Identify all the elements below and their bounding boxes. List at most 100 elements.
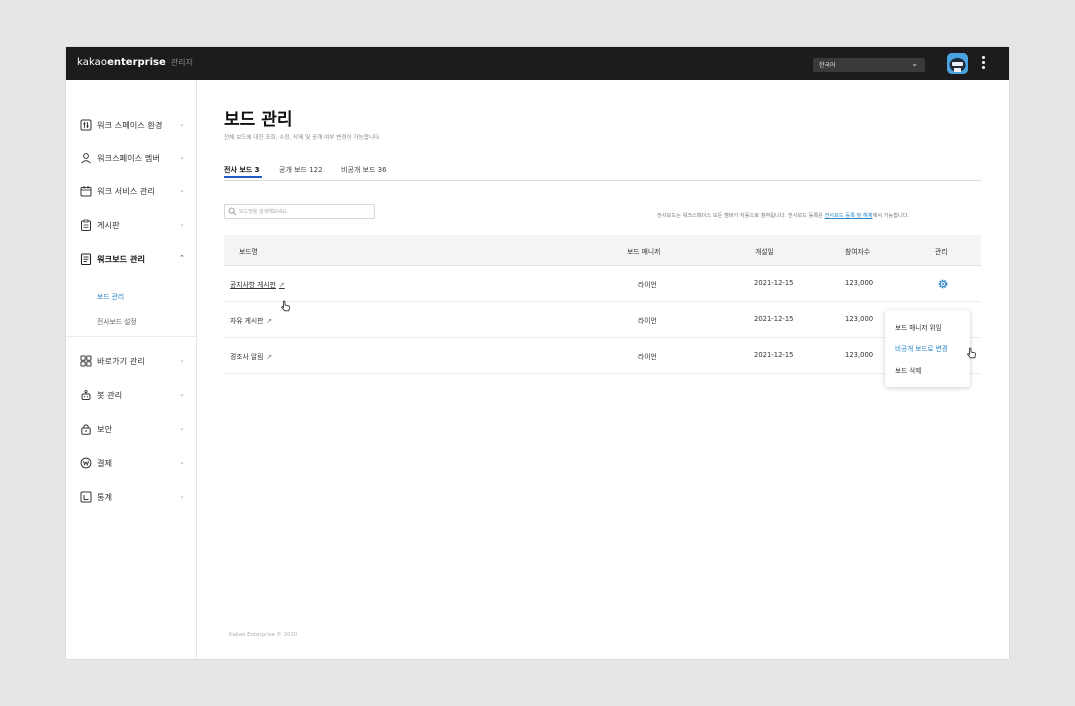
chevron-down-icon: ⌄ <box>179 153 185 161</box>
board-manage-menu: 보드 매니저 위임 비공개 보드로 변경 보드 삭제 <box>885 310 970 387</box>
chevron-down-icon: ⌄ <box>179 458 185 466</box>
chevron-down-icon: ⌄ <box>911 59 918 68</box>
gear-icon[interactable] <box>937 278 949 290</box>
sidebar-item-bot[interactable]: 봇 관리 ⌄ <box>66 384 196 406</box>
page-description: 전체 보드에 대한 조회, 수정, 삭제 및 공개 여부 변경이 가능합니다. <box>224 135 381 141</box>
hand-cursor-icon <box>967 347 976 359</box>
brand-bold: enterprise <box>107 57 166 68</box>
sidebar-item-label: 바로가기 관리 <box>97 356 145 366</box>
menu-item-make-private[interactable]: 비공개 보드로 변경 <box>895 343 948 353</box>
more-menu-icon[interactable] <box>980 55 986 71</box>
search-box[interactable] <box>224 204 375 219</box>
settings-sliders-icon <box>80 119 92 131</box>
chevron-down-icon: ⌄ <box>179 492 185 500</box>
chevron-up-icon: ⌃ <box>179 254 185 262</box>
external-link-icon: ↗ <box>266 353 273 361</box>
sidebar-item-label: 결제 <box>97 458 113 468</box>
company-board-notice: 전사보드는 워크스페이스 모든 멤버가 자동으로 참여됩니다. 전사보드 등록은… <box>657 212 909 219</box>
menu-item-delegate-manager[interactable]: 보드 매니저 위임 <box>895 322 942 332</box>
sidebar-item-workspace-members[interactable]: 워크스페이스 멤버 ⌄ <box>66 147 196 169</box>
sidebar-item-label: 통계 <box>97 492 113 502</box>
column-header-members: 참여자수 <box>845 248 871 256</box>
member-count: 123,000 <box>845 351 874 359</box>
chevron-down-icon: ⌄ <box>179 424 185 432</box>
avatar-image <box>947 53 968 74</box>
external-link-icon: ↗ <box>266 317 273 325</box>
board-name: 공지사항 게시판 <box>230 281 276 289</box>
tab-company-board[interactable]: 전사 보드 3 <box>224 165 260 175</box>
clipboard-icon <box>81 219 91 231</box>
sidebar-subitem-company-board-settings[interactable]: 전사보드 설정 <box>97 316 137 326</box>
chevron-down-icon: ⌄ <box>179 356 185 364</box>
created-date: 2021-12-15 <box>754 351 794 359</box>
column-header-manage: 관리 <box>935 248 948 256</box>
board-name-link[interactable]: 공지사항 게시판 ↗ <box>230 279 285 289</box>
bot-icon <box>81 389 91 400</box>
column-header-created: 개설일 <box>755 248 774 256</box>
top-bar: kakaoenterprise 관리자 한국어 ⌄ <box>66 47 1009 80</box>
calendar-box-icon <box>80 186 92 197</box>
member-count: 123,000 <box>845 315 874 323</box>
chart-icon <box>80 491 92 503</box>
column-header-manager: 보드 매니저 <box>627 248 661 256</box>
chevron-down-icon: ⌄ <box>179 220 185 228</box>
sidebar-item-payment[interactable]: 결제 ⌄ <box>66 452 196 474</box>
active-tab-indicator <box>224 176 262 178</box>
language-select[interactable]: 한국어 ⌄ <box>813 58 925 72</box>
brand-suffix: 관리자 <box>170 58 193 67</box>
member-count: 123,000 <box>845 279 874 287</box>
brand-logo[interactable]: kakaoenterprise 관리자 <box>77 57 193 68</box>
notice-text-end: 에서 가능합니다. <box>872 213 910 219</box>
company-board-register-link[interactable]: 전사보드 등록 및 해제 <box>825 213 873 219</box>
tab-public-board[interactable]: 공개 보드 122 <box>279 165 323 175</box>
sidebar-subitem-board-manage[interactable]: 보드 관리 <box>97 291 124 301</box>
external-link-icon: ↗ <box>278 281 285 289</box>
sidebar-item-workboard[interactable]: 워크보드 관리 ⌃ <box>66 248 196 270</box>
board-name-link[interactable]: 경조사 알림 ↗ <box>230 351 272 361</box>
notice-text: 전사보드는 워크스페이스 모든 멤버가 자동으로 참여됩니다. 전사보드 등록은 <box>657 213 825 219</box>
language-value: 한국어 <box>819 62 836 69</box>
sidebar-item-shortcut[interactable]: 바로가기 관리 ⌄ <box>66 350 196 372</box>
table-header: 보드명 보드 매니저 개설일 참여자수 관리 <box>224 235 981 266</box>
search-input[interactable] <box>239 206 371 217</box>
chevron-down-icon: ⌄ <box>179 120 185 128</box>
chevron-down-icon: ⌄ <box>179 390 185 398</box>
sidebar-item-label: 게시판 <box>97 220 120 230</box>
menu-item-delete-board[interactable]: 보드 삭제 <box>895 365 921 375</box>
sidebar-item-label: 워크 스페이스 환경 <box>97 120 163 130</box>
sidebar-item-statistics[interactable]: 통계 ⌄ <box>66 486 196 508</box>
table-row: 경조사 알림 ↗ 라이언 2021-12-15 123,000 <box>224 338 981 374</box>
tab-private-board[interactable]: 비공개 보드 36 <box>341 165 387 175</box>
sidebar-item-label: 봇 관리 <box>97 390 123 400</box>
board-manager: 라이언 <box>638 317 657 325</box>
footer-copyright: Kakao Enterprise © 2020 <box>229 632 298 638</box>
board-name: 경조사 알림 <box>230 353 264 361</box>
table-row: 자유 게시판 ↗ 라이언 2021-12-15 123,000 <box>224 302 981 338</box>
sidebar-item-board[interactable]: 게시판 ⌄ <box>66 214 196 236</box>
brand-prefix: kakao <box>77 57 108 68</box>
sidebar-item-label: 보안 <box>97 424 113 434</box>
created-date: 2021-12-15 <box>754 315 794 323</box>
lock-icon <box>81 424 91 435</box>
page-title: 보드 관리 <box>224 110 293 130</box>
won-coin-icon <box>80 457 92 469</box>
board-name: 자유 게시판 <box>230 317 264 325</box>
grid-icon <box>80 355 92 367</box>
document-icon <box>80 253 92 265</box>
search-icon <box>228 207 237 216</box>
avatar[interactable] <box>947 53 968 74</box>
sidebar-divider <box>66 336 196 337</box>
board-name-link[interactable]: 자유 게시판 ↗ <box>230 315 272 325</box>
sidebar-item-label: 워크보드 관리 <box>97 254 146 264</box>
table-row: 공지사항 게시판 ↗ 라이언 2021-12-15 123,000 <box>224 266 981 302</box>
sidebar-item-workspace-env[interactable]: 워크 스페이스 환경 ⌄ <box>66 114 196 136</box>
sidebar-item-label: 워크 서비스 관리 <box>97 186 155 196</box>
board-manager: 라이언 <box>638 281 657 289</box>
sidebar-item-work-service[interactable]: 워크 서비스 관리 ⌄ <box>66 180 196 202</box>
created-date: 2021-12-15 <box>754 279 794 287</box>
sidebar: 워크 스페이스 환경 ⌄ 워크스페이스 멤버 ⌄ 워크 서비스 관리 ⌄ 게시판… <box>66 80 197 659</box>
sidebar-item-security[interactable]: 보안 ⌄ <box>66 418 196 440</box>
app-window: kakaoenterprise 관리자 한국어 ⌄ 워크 스페이스 환경 ⌄ 워크… <box>66 47 1009 659</box>
chevron-down-icon: ⌄ <box>179 186 185 194</box>
column-header-board-name: 보드명 <box>239 248 258 256</box>
